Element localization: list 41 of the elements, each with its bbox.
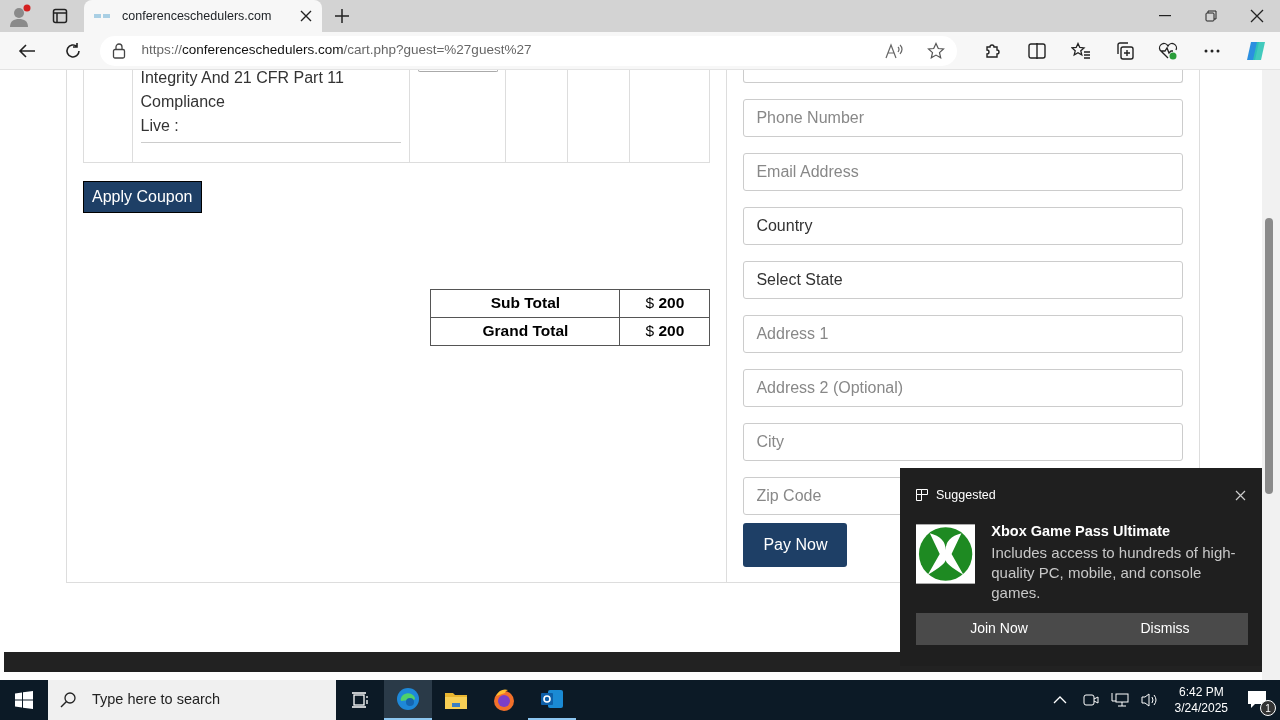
apply-coupon-button[interactable]: Apply Coupon — [83, 180, 202, 213]
favorite-star-icon[interactable] — [927, 41, 946, 60]
total-label: Sub Total — [430, 289, 620, 317]
taskbar-search-field[interactable]: Type here to search — [48, 680, 336, 720]
toast-button[interactable]: Join Now — [916, 612, 1082, 645]
toast-title: Xbox Game Pass Ultimate — [991, 521, 1172, 541]
pay-now-button[interactable]: Pay Now — [743, 523, 848, 567]
input-field[interactable]: City — [743, 423, 1183, 461]
search-icon — [60, 692, 76, 708]
total-label: Grand Total — [430, 317, 620, 345]
game-logo-icon — [916, 523, 976, 584]
network-icon[interactable] — [1110, 692, 1129, 708]
chevron-up-icon[interactable] — [1052, 696, 1067, 704]
browser-app-icon[interactable] — [384, 680, 432, 720]
notification-count: 1 — [1260, 700, 1276, 716]
notifications-icon[interactable] — [1247, 690, 1269, 710]
item-mode: Live : — [140, 116, 180, 136]
clock[interactable]: 6:42 PM 3/24/2025 — [1174, 684, 1228, 716]
input-field[interactable]: Address 2 (Optional) — [743, 369, 1183, 407]
input-field[interactable]: Email Address — [743, 153, 1183, 191]
input-field[interactable]: Phone Number — [743, 99, 1183, 137]
lock-icon — [111, 42, 126, 59]
site-icon — [94, 13, 110, 19]
suggested-icon — [916, 489, 928, 502]
close-icon[interactable] — [300, 10, 312, 22]
select-field[interactable]: Country — [743, 207, 1183, 245]
select-field[interactable]: Select State — [743, 261, 1183, 299]
toast-message: Includes access to hundreds of high-quality PC, mobile, and console games. — [991, 542, 1237, 603]
meet-icon[interactable] — [1082, 692, 1099, 708]
read-aloud-icon[interactable] — [885, 42, 904, 59]
toast-button[interactable]: Dismiss — [1082, 612, 1248, 645]
toast-header: Suggested — [936, 487, 997, 504]
total-amount: $ 200 — [619, 317, 710, 345]
total-amount: $ 200 — [619, 289, 710, 317]
volume-icon[interactable] — [1140, 692, 1159, 708]
input-field[interactable] — [743, 70, 1183, 83]
scrollbar[interactable] — [1262, 70, 1280, 680]
browser-tab[interactable]: conferenceschedulers.com — [84, 0, 322, 32]
address-field[interactable]: https://conferenceschedulers.com/cart.php?guest=%27guest%27 — [99, 35, 958, 66]
input-field[interactable]: Address 1 — [743, 315, 1183, 353]
item-title: Integrity And 21 CFR Part 11 Compliance — [140, 68, 345, 112]
